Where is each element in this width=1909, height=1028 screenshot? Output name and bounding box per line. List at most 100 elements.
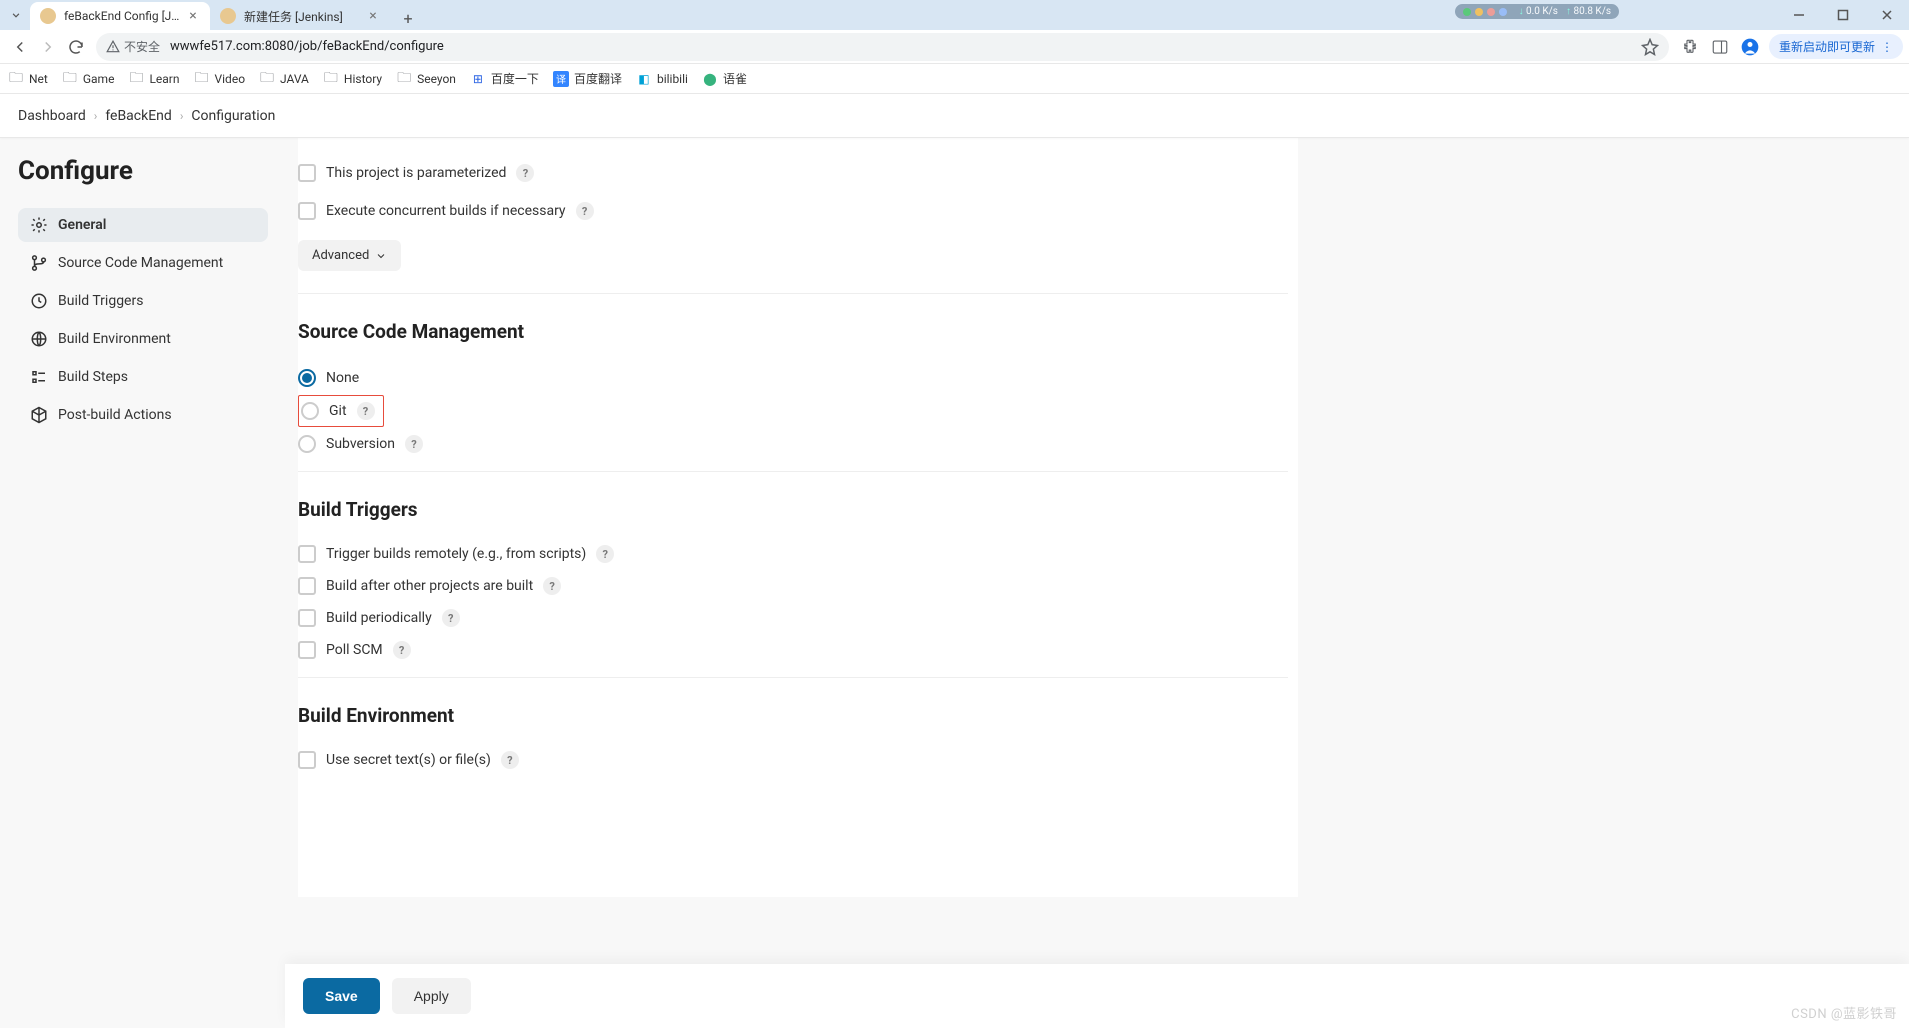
update-pill[interactable]: 重新启动即可更新 ⋮ — [1769, 34, 1903, 59]
label-periodic[interactable]: Build periodically — [326, 610, 432, 626]
help-icon[interactable]: ? — [405, 435, 423, 453]
breadcrumb-job[interactable]: feBackEnd — [105, 108, 171, 124]
label-concurrent[interactable]: Execute concurrent builds if necessary — [326, 203, 566, 219]
section-triggers: Build Triggers Trigger builds remotely (… — [298, 472, 1288, 678]
back-button[interactable] — [6, 33, 34, 61]
bookmark-star-icon[interactable] — [1641, 38, 1659, 56]
tab-title: feBackEnd Config [Jenkins] — [64, 9, 180, 23]
close-icon[interactable]: × — [186, 9, 200, 23]
sidebar-item-general[interactable]: General — [18, 208, 268, 242]
row-parameterized: This project is parameterized ? — [298, 158, 1288, 196]
label-none[interactable]: None — [326, 370, 359, 386]
label-parameterized[interactable]: This project is parameterized — [326, 165, 506, 181]
sidebar-item-label: Build Environment — [58, 331, 171, 347]
tab-favicon-jenkins — [220, 8, 236, 24]
gear-icon — [30, 216, 48, 234]
bookmark-net[interactable]: Net — [8, 71, 48, 87]
checkbox-remote[interactable] — [298, 545, 316, 563]
advanced-button[interactable]: Advanced — [298, 240, 401, 271]
bookmark-baidu[interactable]: ⊞百度一下 — [470, 70, 539, 87]
label-secret[interactable]: Use secret text(s) or file(s) — [326, 752, 491, 768]
checkbox-parameterized[interactable] — [298, 164, 316, 182]
bookmark-history[interactable]: History — [323, 71, 382, 87]
sidebar-item-triggers[interactable]: Build Triggers — [18, 284, 268, 318]
label-poll[interactable]: Poll SCM — [326, 642, 383, 658]
bookmark-seeyon[interactable]: Seeyon — [396, 71, 456, 87]
sidebar-item-environment[interactable]: Build Environment — [18, 322, 268, 356]
tab-dropdown-icon[interactable] — [5, 5, 27, 25]
forward-button[interactable] — [34, 33, 62, 61]
bookmark-java[interactable]: JAVA — [259, 71, 309, 87]
bookmark-bilibili[interactable]: ◧bilibili — [636, 71, 688, 87]
bookmark-video[interactable]: Video — [194, 71, 246, 87]
folder-icon — [128, 71, 144, 87]
window-titlebar: feBackEnd Config [Jenkins] × 新建任务 [Jenki… — [0, 0, 1909, 30]
bookmark-yuque[interactable]: ⬤语雀 — [702, 70, 747, 87]
extensions-icon[interactable] — [1675, 33, 1705, 61]
sidebar-item-steps[interactable]: Build Steps — [18, 360, 268, 394]
checkbox-concurrent[interactable] — [298, 202, 316, 220]
bookmark-game[interactable]: Game — [62, 71, 115, 87]
browser-tab-2[interactable]: 新建任务 [Jenkins] × — [210, 2, 390, 30]
url-box[interactable]: 不安全 wwwfe517.com:8080/job/feBackEnd/conf… — [96, 33, 1669, 61]
chevron-down-icon — [375, 250, 387, 262]
window-minimize-icon[interactable] — [1777, 0, 1821, 30]
profile-avatar-icon[interactable] — [1735, 33, 1765, 61]
git-highlight-box: Git ? — [298, 395, 384, 427]
help-icon[interactable]: ? — [576, 202, 594, 220]
row-scm-git: Git ? — [299, 400, 375, 422]
radio-svn[interactable] — [298, 435, 316, 453]
label-remote[interactable]: Trigger builds remotely (e.g., from scri… — [326, 546, 586, 562]
help-icon[interactable]: ? — [357, 402, 375, 420]
network-speed-indicator: ↓ 0.0 K/s ↑ 80.8 K/s — [1455, 4, 1619, 19]
speed-down: ↓ 0.0 K/s — [1519, 6, 1558, 17]
checkbox-periodic[interactable] — [298, 609, 316, 627]
checkbox-poll[interactable] — [298, 641, 316, 659]
new-tab-button[interactable]: + — [396, 6, 420, 30]
row-scm-none: None — [298, 361, 1288, 395]
help-icon[interactable]: ? — [516, 164, 534, 182]
sidebar-item-postbuild[interactable]: Post-build Actions — [18, 398, 268, 432]
help-icon[interactable]: ? — [543, 577, 561, 595]
browser-tab-1[interactable]: feBackEnd Config [Jenkins] × — [30, 2, 210, 30]
checkbox-secret[interactable] — [298, 751, 316, 769]
save-button[interactable]: Save — [303, 978, 380, 1014]
label-after[interactable]: Build after other projects are built — [326, 578, 533, 594]
bookmark-baidu-fanyi[interactable]: 译百度翻译 — [553, 70, 622, 87]
reload-button[interactable] — [62, 33, 90, 61]
checkbox-after[interactable] — [298, 577, 316, 595]
globe-icon — [30, 330, 48, 348]
row-secret: Use secret text(s) or file(s) ? — [298, 745, 1288, 783]
radio-git[interactable] — [301, 402, 319, 420]
side-panel-icon[interactable] — [1705, 33, 1735, 61]
window-close-icon[interactable] — [1865, 0, 1909, 30]
breadcrumb-dashboard[interactable]: Dashboard — [18, 108, 86, 124]
apply-button[interactable]: Apply — [392, 978, 471, 1014]
row-periodic: Build periodically ? — [298, 603, 1288, 635]
triggers-heading: Build Triggers — [298, 498, 1288, 521]
folder-icon — [323, 71, 339, 87]
breadcrumb-configuration[interactable]: Configuration — [191, 108, 275, 124]
help-icon[interactable]: ? — [442, 609, 460, 627]
radio-none[interactable] — [298, 369, 316, 387]
address-bar: 不安全 wwwfe517.com:8080/job/feBackEnd/conf… — [0, 30, 1909, 64]
section-scm: Source Code Management None Git ? Subver… — [298, 294, 1288, 472]
bookmarks-bar: Net Game Learn Video JAVA History Seeyon… — [0, 64, 1909, 94]
label-git[interactable]: Git — [329, 403, 347, 419]
help-icon[interactable]: ? — [596, 545, 614, 563]
cube-icon — [30, 406, 48, 424]
security-indicator[interactable]: 不安全 — [106, 38, 160, 55]
bookmark-learn[interactable]: Learn — [128, 71, 179, 87]
content-scroll[interactable]: This project is parameterized ? Execute … — [278, 138, 1909, 1028]
help-icon[interactable]: ? — [393, 641, 411, 659]
branch-icon — [30, 254, 48, 272]
label-svn[interactable]: Subversion — [326, 436, 395, 452]
tab-favicon-jenkins — [40, 8, 56, 24]
speed-up: ↑ 80.8 K/s — [1566, 6, 1611, 17]
close-icon[interactable]: × — [366, 9, 380, 23]
chevron-right-icon: › — [94, 109, 98, 123]
main-area: Configure General Source Code Management… — [0, 138, 1909, 1028]
window-maximize-icon[interactable] — [1821, 0, 1865, 30]
sidebar-item-scm[interactable]: Source Code Management — [18, 246, 268, 280]
help-icon[interactable]: ? — [501, 751, 519, 769]
